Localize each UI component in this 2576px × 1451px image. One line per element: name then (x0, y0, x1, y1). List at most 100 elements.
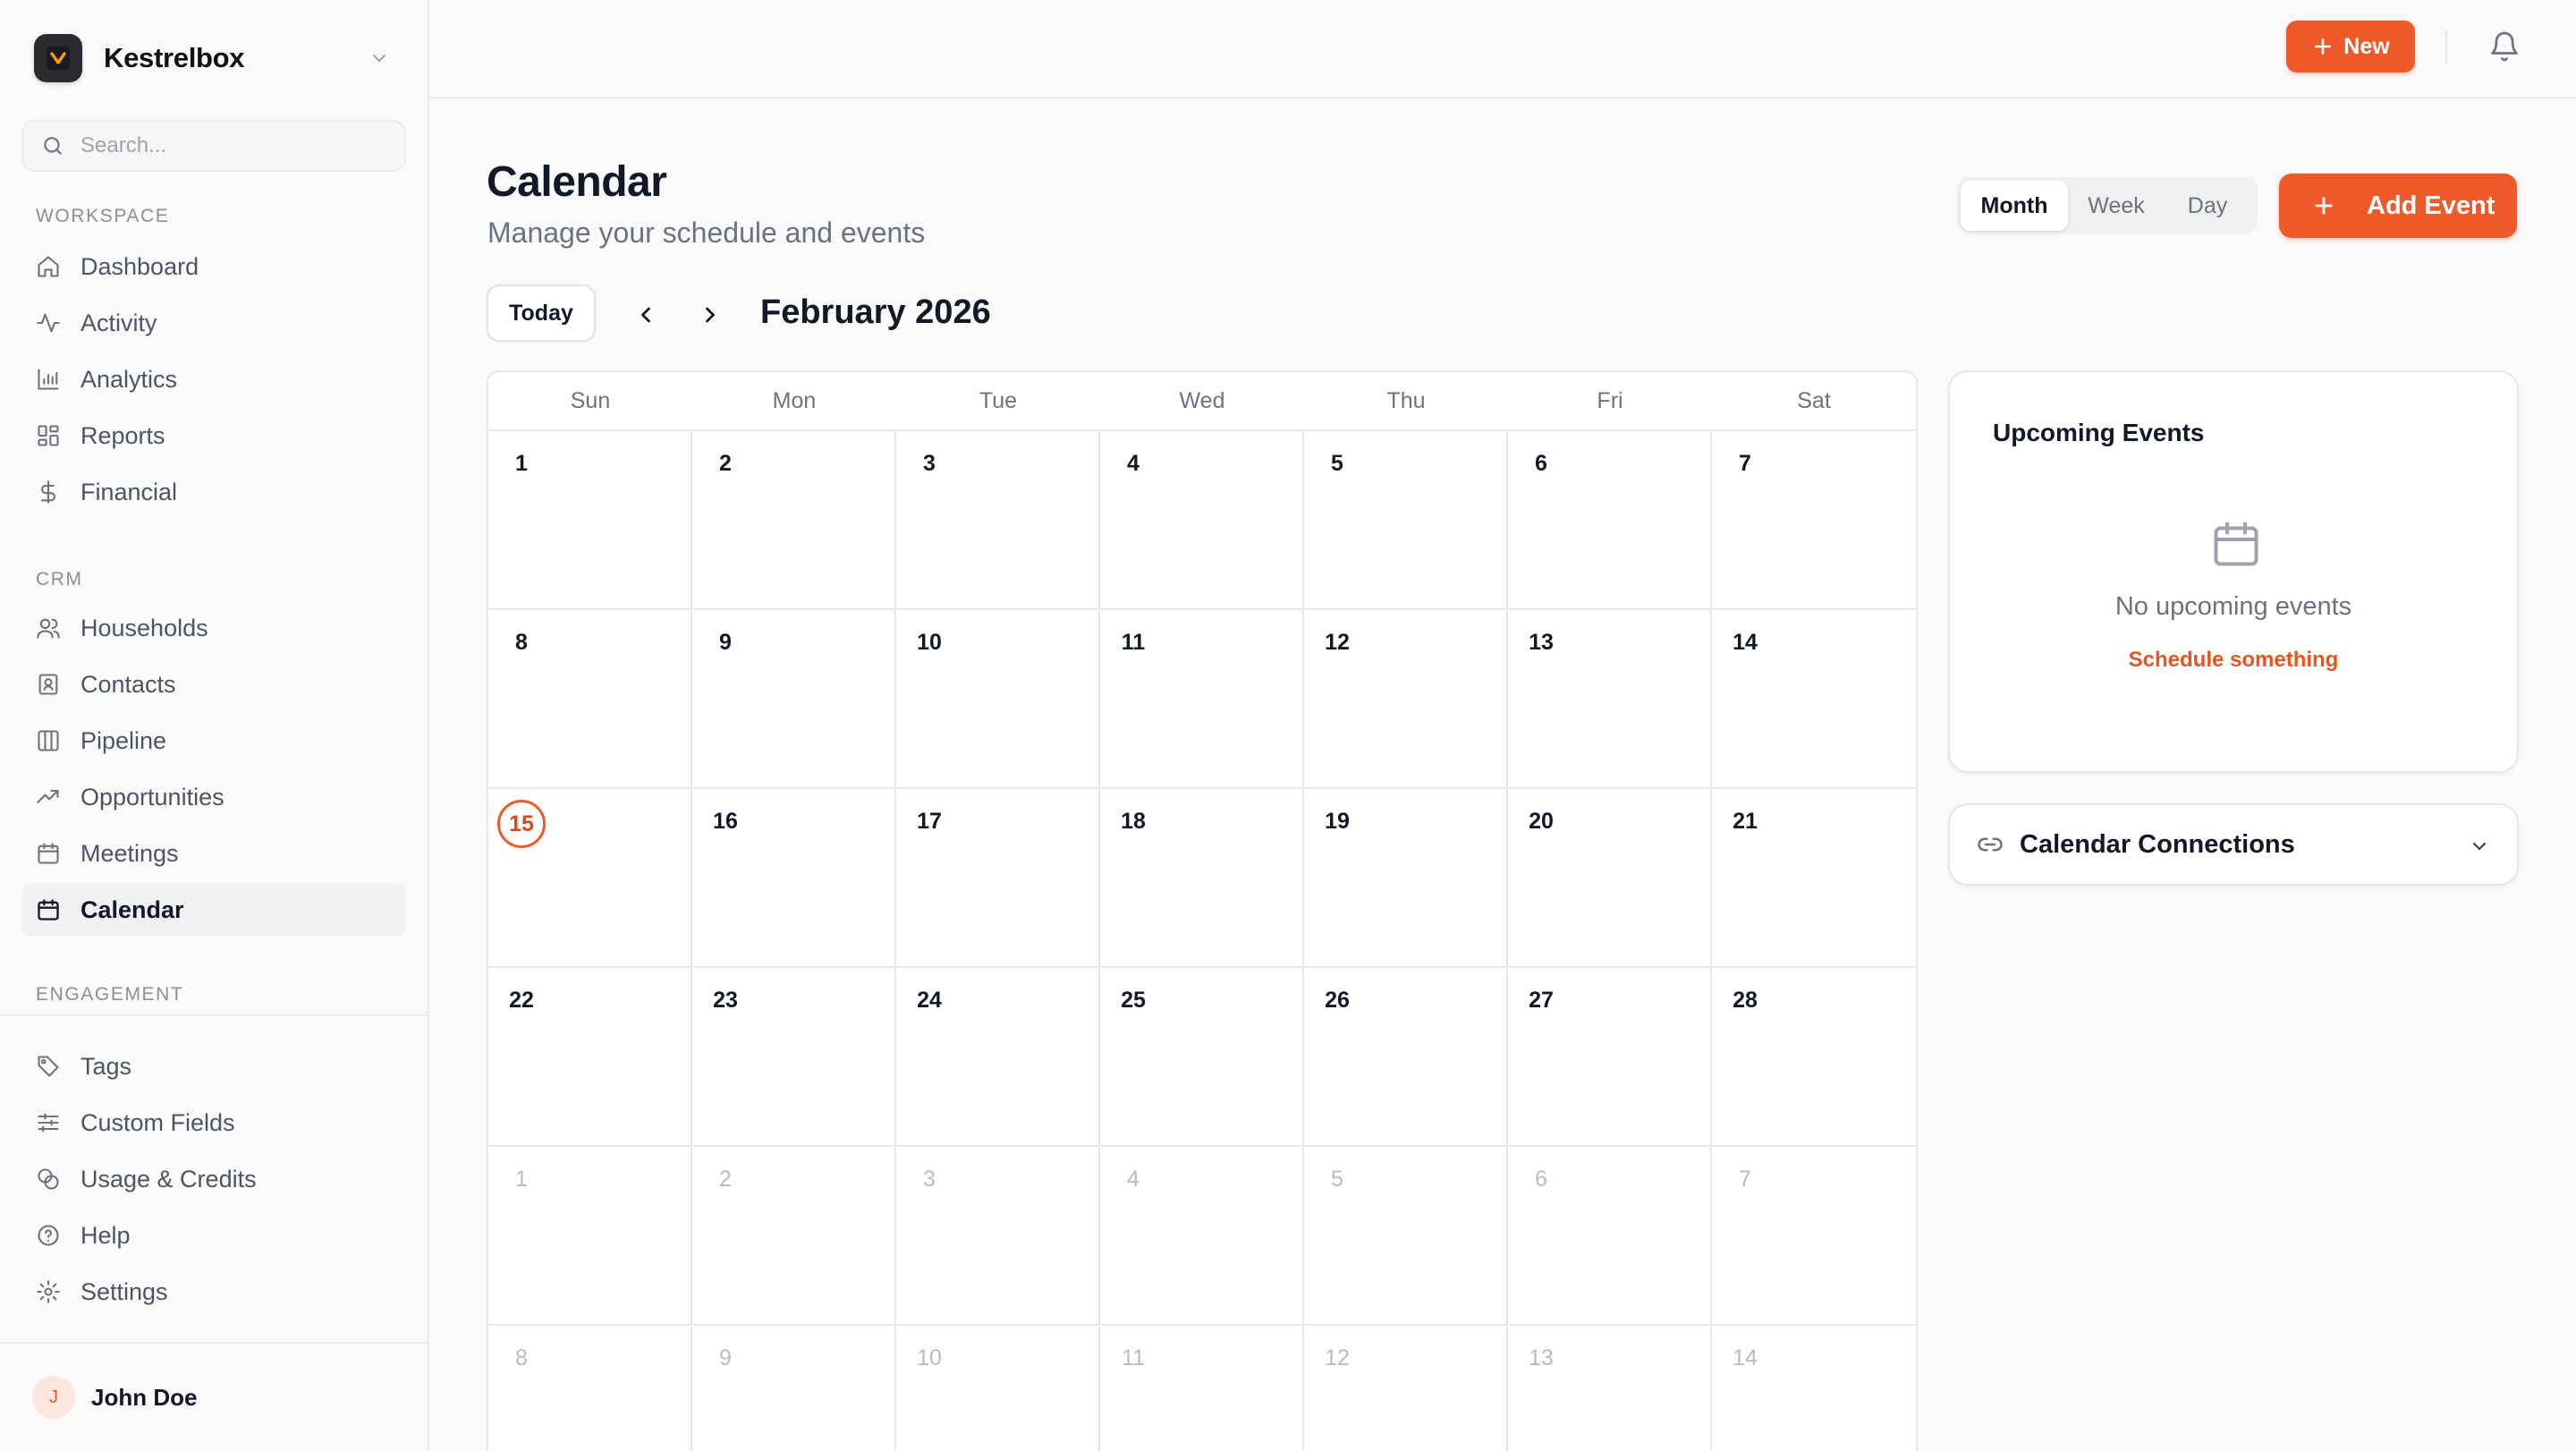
calendar-day-cell[interactable]: 4 (1100, 431, 1304, 610)
trending-up-icon (36, 785, 61, 810)
sidebar-item-tags[interactable]: Tags (21, 1039, 406, 1093)
avatar: J (32, 1376, 75, 1419)
sidebar-item-help[interactable]: Help (21, 1209, 406, 1262)
section-label-workspace: WORKSPACE (36, 206, 170, 226)
calendar-day-cell[interactable]: 10 (896, 610, 1100, 789)
view-day-button[interactable]: Day (2165, 181, 2250, 231)
day-number: 7 (1739, 451, 1751, 476)
calendar-day-cell[interactable]: 14 (1712, 610, 1916, 789)
sidebar-item-dashboard[interactable]: Dashboard (21, 240, 406, 293)
tag-icon (36, 1054, 61, 1079)
add-event-button[interactable]: Add Event (2279, 174, 2517, 238)
calendar-day-cell[interactable]: 12 (1304, 1326, 1508, 1451)
calendar-connections-toggle[interactable]: Calendar Connections (1948, 803, 2519, 886)
calendar-day-cell[interactable]: 28 (1712, 968, 1916, 1147)
schedule-something-link[interactable]: Schedule something (1950, 648, 2517, 673)
calendar-day-cell[interactable]: 3 (896, 431, 1100, 610)
today-button[interactable]: Today (487, 284, 596, 342)
sidebar-item-financial[interactable]: Financial (21, 465, 406, 519)
day-number: 11 (1122, 1345, 1145, 1370)
sidebar-item-reports[interactable]: Reports (21, 409, 406, 462)
calendar-day-cell[interactable]: 11 (1100, 610, 1304, 789)
calendar-day-cell[interactable]: 13 (1508, 1326, 1712, 1451)
calendar-day-cell[interactable]: 11 (1100, 1326, 1304, 1451)
calendar-day-cell[interactable]: 18 (1100, 789, 1304, 968)
calendar-day-cell[interactable]: 12 (1304, 610, 1508, 789)
calendar-day-cell[interactable]: 23 (692, 968, 896, 1147)
sidebar: Kestrelbox Search... WORKSPACE Dashboard… (0, 0, 429, 1451)
day-number: 8 (515, 1345, 528, 1370)
calendar-day-cell[interactable]: 6 (1508, 1147, 1712, 1326)
calendar-day-cell[interactable]: 5 (1304, 431, 1508, 610)
grid-icon (36, 423, 61, 448)
sidebar-item-households[interactable]: Households (21, 601, 406, 655)
calendar-day-cell[interactable]: 25 (1100, 968, 1304, 1147)
link-icon (1977, 831, 2004, 858)
sidebar-item-label: Pipeline (80, 726, 167, 754)
calendar-day-cell[interactable]: 5 (1304, 1147, 1508, 1326)
next-month-button[interactable] (692, 297, 728, 333)
sidebar-item-usage-credits[interactable]: Usage & Credits (21, 1152, 406, 1206)
calendar-day-cell[interactable]: 2 (692, 1147, 896, 1326)
calendar-day-cell[interactable]: 26 (1304, 968, 1508, 1147)
sidebar-item-settings[interactable]: Settings (21, 1265, 406, 1319)
calendar-day-cell[interactable]: 10 (896, 1326, 1100, 1451)
day-number: 24 (917, 988, 942, 1013)
calendar-day-cell[interactable]: 7 (1712, 1147, 1916, 1326)
calendar-day-cell[interactable]: 4 (1100, 1147, 1304, 1326)
calendar-day-cell[interactable]: 8 (488, 610, 692, 789)
calendar-day-cell[interactable]: 2 (692, 431, 896, 610)
calendar-day-cell[interactable]: 9 (692, 610, 896, 789)
calendar-day-cell[interactable]: 15 (488, 789, 692, 968)
search-input[interactable]: Search... (21, 120, 406, 172)
bell-icon[interactable] (2488, 30, 2521, 63)
calendar-day-cell[interactable]: 7 (1712, 431, 1916, 610)
view-week-button[interactable]: Week (2068, 181, 2165, 231)
upcoming-events-title: Upcoming Events (1993, 419, 2205, 446)
day-number: 14 (1733, 1345, 1758, 1370)
new-button[interactable]: New (2286, 21, 2415, 72)
day-number: 26 (1325, 988, 1350, 1013)
view-toggle: Month Week Day (1957, 177, 2258, 234)
sidebar-item-analytics[interactable]: Analytics (21, 352, 406, 406)
calendar-day-cell[interactable]: 1 (488, 431, 692, 610)
calendar-day-cell[interactable]: 17 (896, 789, 1100, 968)
user-menu[interactable]: J John Doe (32, 1376, 197, 1419)
chevron-down-icon[interactable] (369, 47, 390, 69)
calendar-day-cell[interactable]: 1 (488, 1147, 692, 1326)
calendar-day-cell[interactable]: 19 (1304, 789, 1508, 968)
calendar-day-cell[interactable]: 24 (896, 968, 1100, 1147)
chevron-left-icon (641, 307, 650, 323)
calendar-day-cell[interactable]: 14 (1712, 1326, 1916, 1451)
sidebar-item-custom-fields[interactable]: Custom Fields (21, 1096, 406, 1150)
current-month-label: February 2026 (760, 293, 991, 331)
sidebar-item-opportunities[interactable]: Opportunities (21, 770, 406, 824)
day-number: 23 (713, 988, 738, 1013)
workspace-switcher[interactable]: Kestrelbox (34, 34, 394, 82)
calendar-day-cell[interactable]: 8 (488, 1326, 692, 1451)
calendar-day-cell[interactable]: 13 (1508, 610, 1712, 789)
sidebar-item-label: Tags (80, 1052, 132, 1080)
coins-icon (36, 1167, 61, 1192)
sidebar-item-calendar[interactable]: Calendar (21, 883, 406, 937)
calendar-day-cell[interactable]: 3 (896, 1147, 1100, 1326)
sidebar-item-label: Help (80, 1221, 131, 1249)
calendar-day-cell[interactable]: 20 (1508, 789, 1712, 968)
month-calendar: Sun Mon Tue Wed Thu Fri Sat 1 2 3 4 5 6 7 8 9 10 1… (487, 370, 1918, 1451)
view-month-button[interactable]: Month (1961, 181, 2068, 231)
calendar-day-cell[interactable]: 27 (1508, 968, 1712, 1147)
calendar-day-cell[interactable]: 6 (1508, 431, 1712, 610)
day-number: 22 (509, 988, 534, 1013)
prev-month-button[interactable] (628, 297, 664, 333)
sidebar-item-pipeline[interactable]: Pipeline (21, 714, 406, 768)
calendar-day-cell[interactable]: 16 (692, 789, 896, 968)
sidebar-item-activity[interactable]: Activity (21, 296, 406, 350)
calendar-day-cell[interactable]: 22 (488, 968, 692, 1147)
weekday-label: Tue (979, 387, 1018, 413)
calendar-day-cell[interactable]: 9 (692, 1326, 896, 1451)
day-number: 27 (1529, 988, 1554, 1013)
sidebar-item-contacts[interactable]: Contacts (21, 658, 406, 711)
sidebar-item-meetings[interactable]: Meetings (21, 827, 406, 880)
calendar-day-cell[interactable]: 21 (1712, 789, 1916, 968)
weekday-label: Fri (1597, 387, 1623, 413)
